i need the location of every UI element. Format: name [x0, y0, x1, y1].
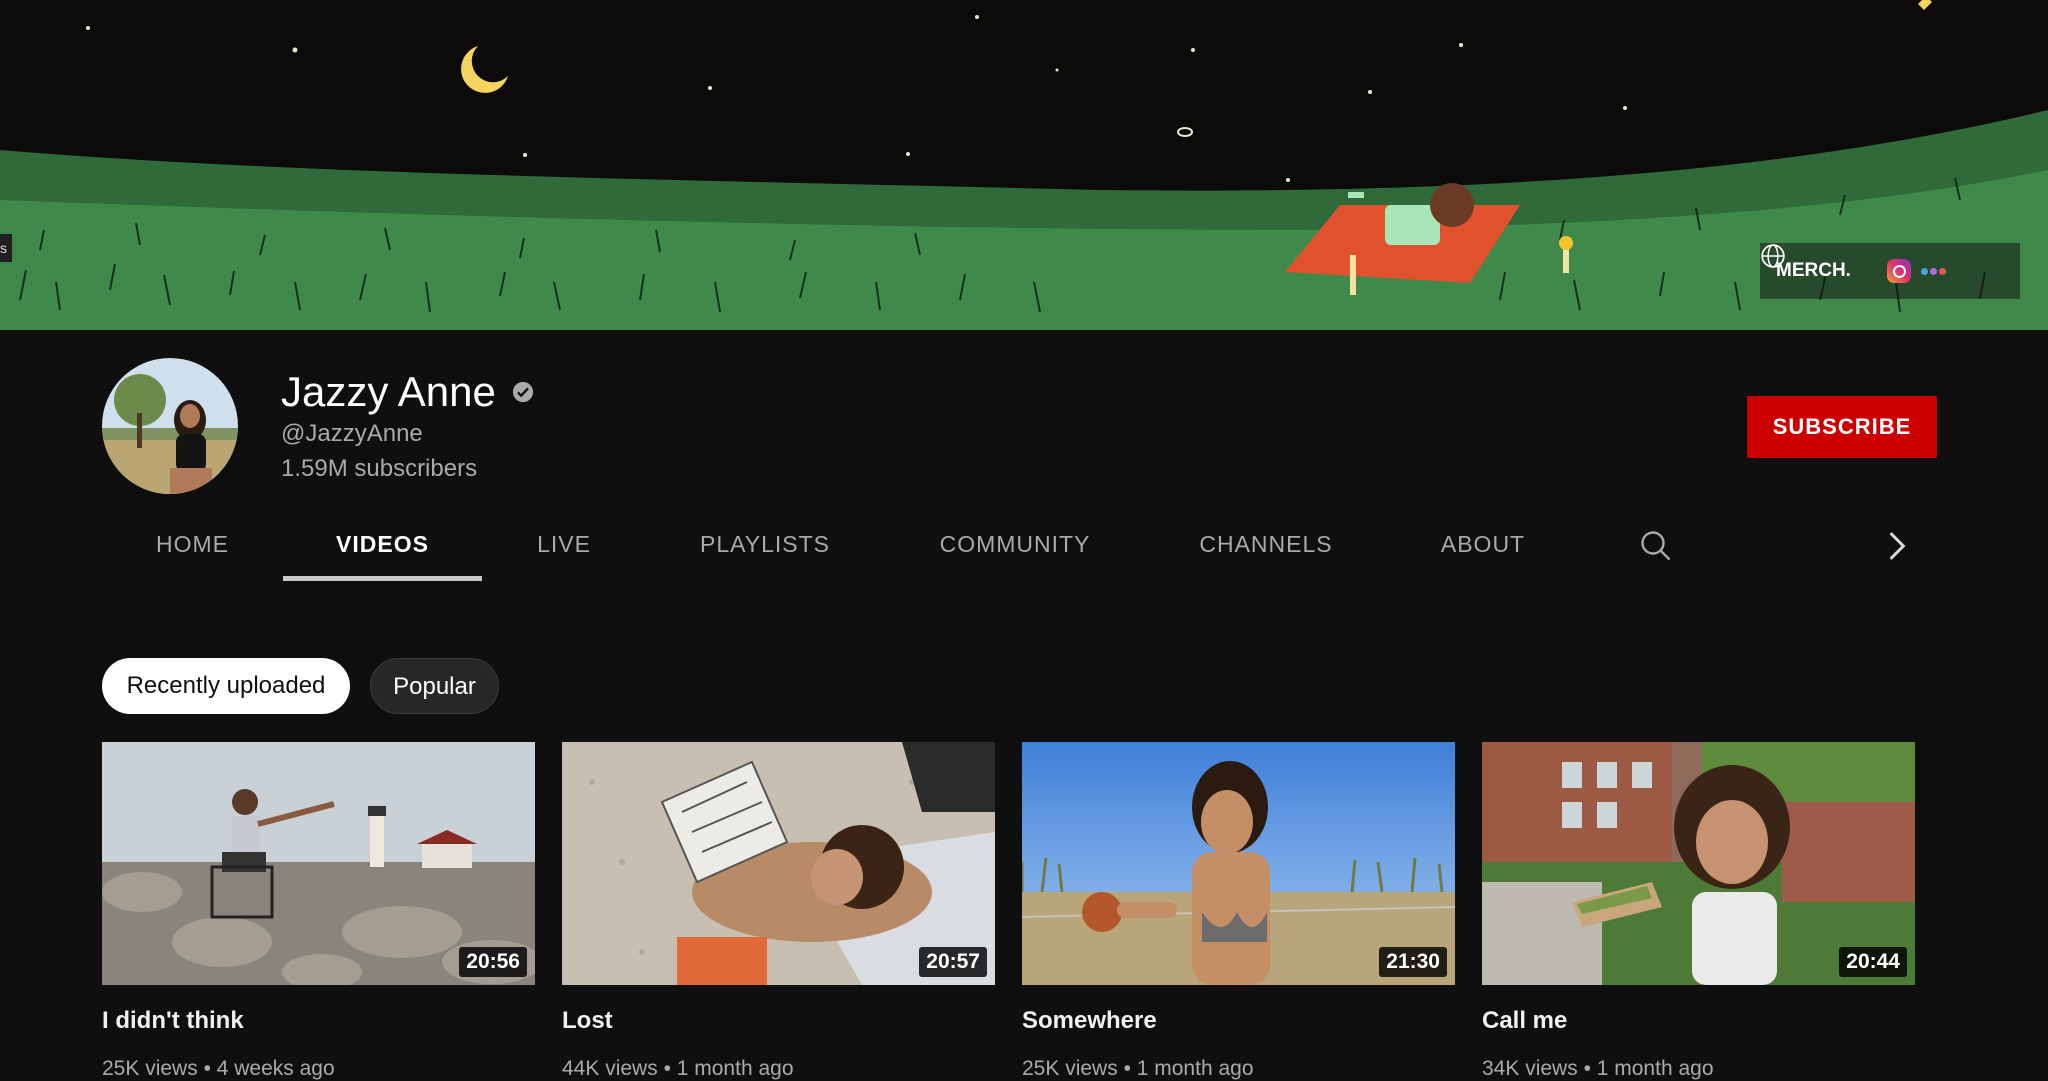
chevron-right-icon[interactable]: [1886, 530, 1908, 562]
video-meta: 44K views • 1 month ago: [562, 1057, 995, 1081]
video-thumbnail[interactable]: 20:57: [562, 742, 995, 985]
active-tab-indicator: [283, 576, 482, 581]
video-duration: 20:57: [919, 947, 987, 977]
video-meta: 34K views • 1 month ago: [1482, 1057, 1915, 1081]
channel-banner: s MERCH.: [0, 0, 2048, 330]
channel-avatar[interactable]: [102, 358, 238, 494]
tab-playlists[interactable]: PLAYLISTS: [690, 520, 840, 584]
banner-links: MERCH.: [1760, 243, 2020, 299]
tab-live[interactable]: LIVE: [520, 520, 608, 584]
video-thumbnail[interactable]: 20:56: [102, 742, 535, 985]
tab-channels[interactable]: CHANNELS: [1190, 520, 1342, 584]
tab-home[interactable]: HOME: [135, 520, 250, 584]
filter-recently-uploaded[interactable]: Recently uploaded: [102, 658, 350, 714]
merch-link[interactable]: MERCH.: [1776, 260, 1851, 282]
video-meta: 25K views • 1 month ago: [1022, 1057, 1455, 1081]
video-title[interactable]: Somewhere: [1022, 1007, 1455, 1035]
video-card[interactable]: 20:56 I didn't think 25K views • 4 weeks…: [102, 742, 535, 1081]
globe-icon: [1761, 244, 1785, 268]
channel-title: Jazzy Anne: [281, 364, 534, 420]
instagram-icon[interactable]: [1886, 259, 1911, 283]
filter-popular[interactable]: Popular: [370, 658, 499, 714]
channel-tabs: HOME VIDEOS LIVE PLAYLISTS COMMUNITY CHA…: [0, 520, 2048, 584]
more-links-icon[interactable]: [1920, 267, 1946, 275]
video-card[interactable]: 21:30 Somewhere 25K views • 1 month ago: [1022, 742, 1455, 1081]
video-title[interactable]: I didn't think: [102, 1007, 535, 1035]
video-duration: 21:30: [1379, 947, 1447, 977]
video-thumbnail[interactable]: 21:30: [1022, 742, 1455, 985]
tab-videos[interactable]: VIDEOS: [283, 520, 482, 584]
search-icon[interactable]: [1638, 528, 1674, 564]
video-card[interactable]: 20:44 Call me 34K views • 1 month ago: [1482, 742, 1915, 1081]
channel-name: Jazzy Anne: [281, 368, 496, 415]
subscriber-count: 1.59M subscribers: [281, 455, 478, 482]
subscribe-button[interactable]: SUBSCRIBE: [1747, 396, 1937, 458]
channel-handle: @JazzyAnne: [281, 420, 423, 447]
video-duration: 20:56: [459, 947, 527, 977]
video-title[interactable]: Call me: [1482, 1007, 1915, 1035]
tab-about[interactable]: ABOUT: [1432, 520, 1534, 584]
video-duration: 20:44: [1839, 947, 1907, 977]
side-tab[interactable]: s: [0, 234, 12, 262]
video-card[interactable]: 20:57 Lost 44K views • 1 month ago: [562, 742, 995, 1081]
tab-community[interactable]: COMMUNITY: [925, 520, 1105, 584]
verified-badge-icon: [512, 381, 533, 403]
video-thumbnail[interactable]: 20:44: [1482, 742, 1915, 985]
banner-artwork: [0, 0, 2048, 330]
video-title[interactable]: Lost: [562, 1007, 995, 1035]
video-meta: 25K views • 4 weeks ago: [102, 1057, 535, 1081]
